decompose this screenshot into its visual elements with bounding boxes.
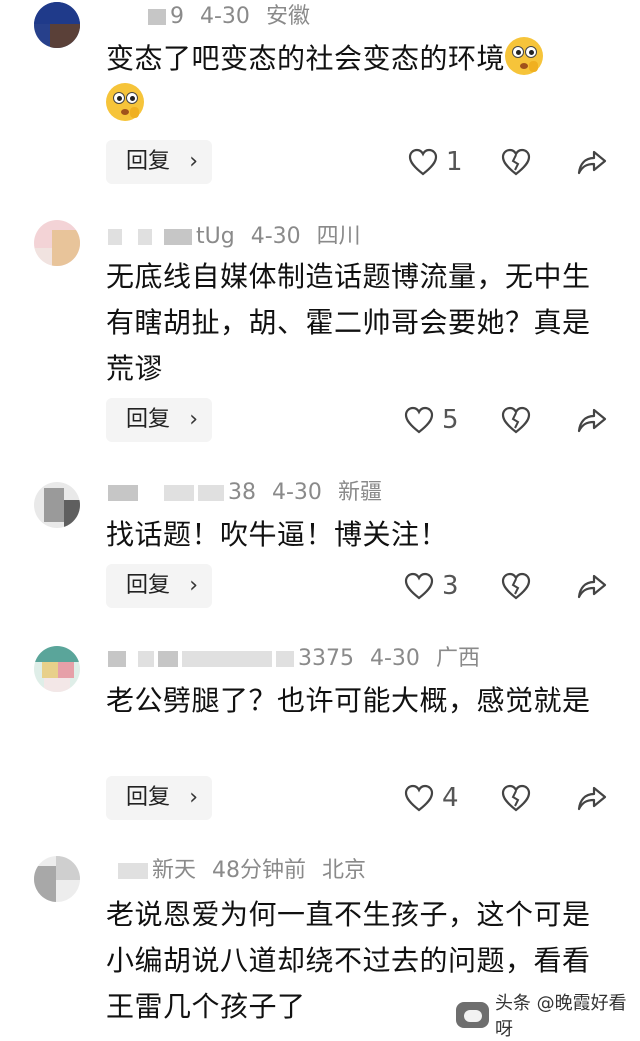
comment-meta: 3375 4-30 广西 <box>108 644 480 674</box>
broken-heart-icon <box>501 784 531 812</box>
shush-emoji-icon <box>106 83 144 121</box>
comment-meta: 9 4-30 安徽 <box>108 2 310 32</box>
username-blur <box>118 863 148 879</box>
username[interactable]: 3375 <box>298 646 354 671</box>
heart-outline-icon <box>408 148 438 176</box>
share-button[interactable] <box>576 776 608 820</box>
username-blur <box>138 651 154 667</box>
share-button[interactable] <box>576 398 608 442</box>
comment-text: 变态了吧变态的社会变态的环境 <box>106 36 606 128</box>
avatar[interactable] <box>34 646 80 692</box>
share-arrow-icon <box>577 786 607 811</box>
chevron-right-icon: › <box>189 149 198 174</box>
avatar[interactable] <box>34 220 80 266</box>
comment-location: 北京 <box>322 858 367 883</box>
username-blur <box>138 229 152 245</box>
username-blur <box>158 651 178 667</box>
comment-text-content: 变态了吧变态的社会变态的环境 <box>106 42 506 75</box>
username[interactable]: tUg <box>196 224 235 249</box>
broken-heart-icon <box>501 148 531 176</box>
reply-button[interactable]: 回复 › <box>106 564 212 608</box>
avatar[interactable] <box>34 482 80 528</box>
watermark: 头条 @晚霞好看呀 <box>456 993 640 1040</box>
dislike-button[interactable] <box>500 398 532 442</box>
comment-location: 广西 <box>435 646 480 671</box>
comment-date: 48分钟前 <box>212 858 307 883</box>
comment-location: 新疆 <box>337 480 382 505</box>
husky-logo-icon <box>456 1002 489 1028</box>
share-button[interactable] <box>576 564 608 608</box>
like-button[interactable]: 4 <box>404 776 459 820</box>
dislike-button[interactable] <box>500 776 532 820</box>
username-blur <box>108 229 122 245</box>
shush-emoji-icon <box>505 37 544 75</box>
username[interactable]: 9 <box>170 4 184 29</box>
comment-date: 4-30 <box>272 480 322 505</box>
reply-label: 回复 <box>126 149 171 174</box>
reply-label: 回复 <box>126 573 171 598</box>
share-arrow-icon <box>577 150 607 175</box>
comment-location: 四川 <box>316 224 361 249</box>
chevron-right-icon: › <box>189 573 198 598</box>
like-button[interactable]: 3 <box>404 564 459 608</box>
heart-outline-icon <box>404 406 434 434</box>
dislike-button[interactable] <box>500 564 532 608</box>
heart-outline-icon <box>404 572 434 600</box>
avatar[interactable] <box>34 856 80 902</box>
username-blur <box>164 229 192 245</box>
comment-text: 找话题！吹牛逼！博关注！ <box>106 518 449 551</box>
username-blur <box>276 651 294 667</box>
chevron-right-icon: › <box>189 785 198 810</box>
comment-location: 安徽 <box>265 4 310 29</box>
reply-button[interactable]: 回复 › <box>106 776 212 820</box>
broken-heart-icon <box>501 572 531 600</box>
comment-meta: 新天 48分钟前 北京 <box>108 856 366 886</box>
comment-text: 无底线自媒体制造话题博流量，无中生有瞎胡扯，胡、霍二帅哥会要她？真是荒谬 <box>106 260 591 385</box>
like-count: 5 <box>442 405 459 435</box>
heart-outline-icon <box>404 784 434 812</box>
avatar[interactable] <box>34 2 80 48</box>
username[interactable]: 38 <box>228 480 256 505</box>
username-blur <box>148 9 166 25</box>
username[interactable]: 新天 <box>152 858 196 883</box>
like-count: 1 <box>446 147 463 177</box>
comment-date: 4-30 <box>250 224 301 249</box>
like-count: 4 <box>442 783 459 813</box>
username-blur <box>108 651 126 667</box>
username-blur <box>198 485 224 501</box>
like-count: 3 <box>442 571 459 601</box>
username-blur <box>182 651 272 667</box>
username-blur <box>108 485 138 501</box>
share-button[interactable] <box>576 140 608 184</box>
share-arrow-icon <box>577 574 607 599</box>
dislike-button[interactable] <box>500 140 532 184</box>
reply-button[interactable]: 回复 › <box>106 398 212 442</box>
reply-label: 回复 <box>126 785 171 810</box>
comment-text: 老公劈腿了？也许可能大概，感觉就是 <box>106 684 591 717</box>
chevron-right-icon: › <box>189 407 198 432</box>
share-arrow-icon <box>577 408 607 433</box>
reply-button[interactable]: 回复 › <box>106 140 212 184</box>
reply-label: 回复 <box>126 407 171 432</box>
comment-meta: 38 4-30 新疆 <box>108 478 382 508</box>
like-button[interactable]: 5 <box>404 398 459 442</box>
like-button[interactable]: 1 <box>408 140 463 184</box>
watermark-text: 头条 @晚霞好看呀 <box>494 993 627 1040</box>
comment-meta: tUg 4-30 四川 <box>108 222 361 252</box>
comment-date: 4-30 <box>370 646 420 671</box>
username-blur <box>164 485 194 501</box>
comment-date: 4-30 <box>200 4 250 29</box>
broken-heart-icon <box>501 406 531 434</box>
